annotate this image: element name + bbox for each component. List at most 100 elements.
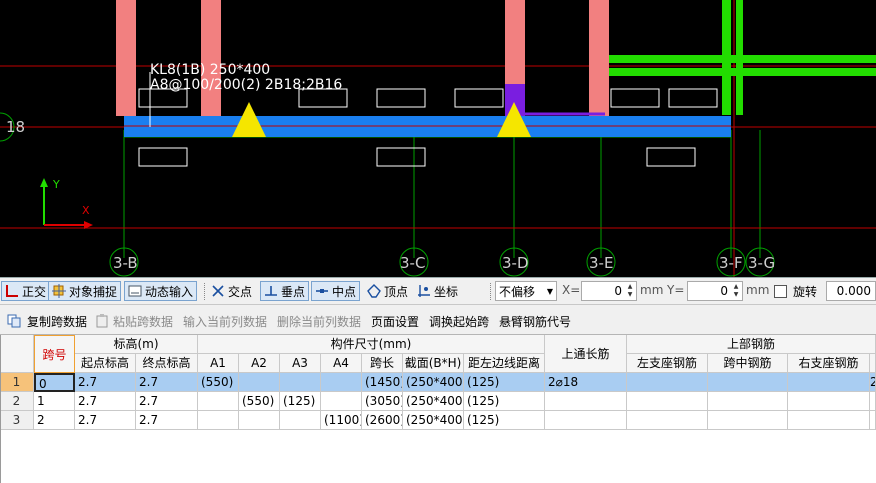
header-a3[interactable]: A3 (280, 354, 321, 373)
cell-overflow[interactable]: 2 (870, 373, 876, 392)
paste-icon (96, 314, 108, 328)
paste-span-button[interactable]: 粘贴跨数据 (113, 313, 173, 330)
y-unit: mm (746, 283, 770, 297)
row-axis-label: 18 (6, 118, 25, 136)
object-snap-toggle[interactable]: 对象捕捉 (48, 281, 122, 301)
header-left-support[interactable]: 左支座钢筋 (627, 354, 708, 373)
header-mid-span[interactable]: 跨中钢筋 (708, 354, 788, 373)
cell-a1[interactable] (198, 392, 239, 411)
cell-section[interactable]: (250*400) (403, 392, 464, 411)
cell-end-elev[interactable]: 2.7 (136, 411, 198, 430)
cell-a2[interactable] (239, 373, 280, 392)
span-data-table[interactable]: 跨号 标高(m) 构件尺寸(mm) 上通长筋 上部钢筋 起点标高 终点标高 A1… (0, 335, 876, 483)
beam-label-line1[interactable]: KL8(1B) 250*400 (150, 62, 270, 78)
row-header-2[interactable]: 2 (0, 392, 34, 411)
cell-edge-distance[interactable]: (125) (464, 392, 545, 411)
cell-span-no[interactable]: 1 (34, 392, 75, 411)
midpoint-snap[interactable]: 中点 (311, 281, 361, 301)
perpendicular-snap[interactable]: 垂点 (260, 281, 310, 301)
cell-right-support[interactable] (788, 373, 870, 392)
page-setup-button[interactable]: 页面设置 (371, 313, 419, 330)
y-spinner-icon[interactable]: ▲ ▼ (731, 283, 741, 299)
cell-a1[interactable]: (550) (198, 373, 239, 392)
header-a1[interactable]: A1 (198, 354, 239, 373)
adjust-start-span-button[interactable]: 调换起始跨 (429, 313, 489, 330)
cell-a3[interactable]: (125) (280, 392, 321, 411)
cell-right-support[interactable] (788, 411, 870, 430)
header-a2[interactable]: A2 (239, 354, 280, 373)
cell-mid-span[interactable] (708, 392, 788, 411)
cantilever-code-button[interactable]: 悬臂钢筋代号 (499, 313, 571, 330)
cell-a2[interactable] (239, 411, 280, 430)
x-offset-input[interactable]: 0 ▲ ▼ (581, 281, 637, 301)
input-column-button[interactable]: 输入当前列数据 (183, 313, 267, 330)
row-header-3[interactable]: 3 (0, 411, 34, 430)
cell-a3[interactable] (280, 411, 321, 430)
span-table-toolbar: 复制跨数据 粘贴跨数据 输入当前列数据 删除当前列数据 页面设置 调换起始跨 悬… (0, 305, 876, 335)
axis-bubbles (109, 247, 775, 277)
cell-start-elev[interactable]: 2.7 (75, 411, 136, 430)
header-start-elev[interactable]: 起点标高 (75, 354, 136, 373)
header-section[interactable]: 截面(B*H) (403, 354, 464, 373)
cell-right-support[interactable] (788, 392, 870, 411)
coordinate-snap[interactable]: 坐标 (414, 281, 461, 301)
cell-span-length[interactable]: (1450) (362, 373, 403, 392)
cell-start-elev[interactable]: 2.7 (75, 373, 136, 392)
cell-top-through[interactable] (545, 392, 627, 411)
dynamic-input-toggle[interactable]: 动态输入 (124, 281, 198, 301)
cell-a1[interactable] (198, 411, 239, 430)
cell-section[interactable]: (250*400) (403, 373, 464, 392)
cell-span-length[interactable]: (3050) (362, 392, 403, 411)
cell-left-support[interactable] (627, 373, 708, 392)
header-right-support[interactable]: 右支座钢筋 (788, 354, 870, 373)
midpoint-icon (316, 289, 328, 293)
cell-a2[interactable]: (550) (239, 392, 280, 411)
cell-span-no[interactable]: 0 (34, 373, 75, 392)
cell-a4[interactable]: (1100) (321, 411, 362, 430)
object-snap-label: 对象捕捉 (69, 284, 118, 299)
ortho-toggle[interactable]: 正交 (1, 281, 51, 301)
cell-overflow[interactable] (870, 411, 876, 430)
cell-left-support[interactable] (627, 392, 708, 411)
rotate-checkbox[interactable] (774, 285, 787, 298)
delete-column-button[interactable]: 删除当前列数据 (277, 313, 361, 330)
green-beams[interactable] (608, 0, 876, 115)
cell-span-no[interactable]: 2 (34, 411, 75, 430)
cell-span-length[interactable]: (2600) (362, 411, 403, 430)
beam-label-line2[interactable]: A8@100/200(2) 2B18;2B16 (150, 77, 342, 93)
cell-a4[interactable] (321, 392, 362, 411)
cad-drawing-canvas[interactable]: KL8(1B) 250*400 A8@100/200(2) 2B18;2B16 … (0, 0, 876, 277)
offset-select[interactable]: 不偏移 ▼ (495, 281, 557, 301)
dynamic-input-icon (128, 285, 142, 297)
cell-edge-distance[interactable]: (125) (464, 373, 545, 392)
cell-a3[interactable] (280, 373, 321, 392)
vertex-snap[interactable]: 顶点 (364, 281, 411, 301)
header-span-length[interactable]: 跨长 (362, 354, 403, 373)
cell-top-through[interactable] (545, 411, 627, 430)
header-span-no[interactable]: 跨号 (34, 335, 75, 373)
cell-a4[interactable] (321, 373, 362, 392)
cell-left-support[interactable] (627, 411, 708, 430)
cell-top-through[interactable]: 2⌀18 (545, 373, 627, 392)
header-top-through[interactable]: 上通长筋 (545, 335, 627, 373)
y-offset-input[interactable]: 0 ▲ ▼ (687, 281, 743, 301)
header-end-elev[interactable]: 终点标高 (136, 354, 198, 373)
separator (204, 283, 205, 300)
cell-end-elev[interactable]: 2.7 (136, 392, 198, 411)
axis-label-3-f: 3-F (719, 254, 743, 272)
columns[interactable] (116, 0, 609, 116)
copy-span-button[interactable]: 复制跨数据 (27, 313, 87, 330)
cell-mid-span[interactable] (708, 411, 788, 430)
row-header-1[interactable]: 1 (0, 373, 34, 392)
cell-section[interactable]: (250*400) (403, 411, 464, 430)
header-a4[interactable]: A4 (321, 354, 362, 373)
rotate-angle-input[interactable]: 0.000 (826, 281, 876, 301)
intersection-snap[interactable]: 交点 (208, 281, 255, 301)
cell-overflow[interactable] (870, 392, 876, 411)
cell-edge-distance[interactable]: (125) (464, 411, 545, 430)
cell-end-elev[interactable]: 2.7 (136, 373, 198, 392)
cell-mid-span[interactable] (708, 373, 788, 392)
header-edge-distance[interactable]: 距左边线距离 (464, 354, 545, 373)
x-spinner-icon[interactable]: ▲ ▼ (625, 283, 635, 299)
cell-start-elev[interactable]: 2.7 (75, 392, 136, 411)
